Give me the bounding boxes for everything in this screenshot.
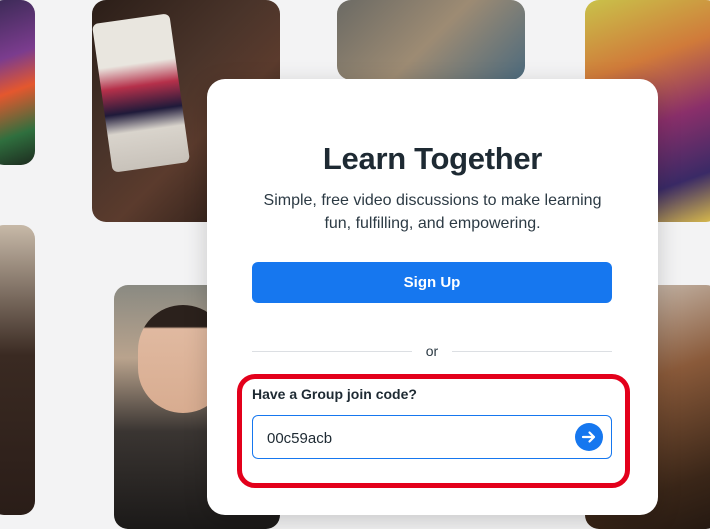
background-photo-tile <box>0 225 35 515</box>
signup-card: Learn Together Simple, free video discus… <box>207 79 658 515</box>
submit-join-code-button[interactable] <box>575 423 603 451</box>
divider-line <box>252 351 412 352</box>
divider-line <box>452 351 612 352</box>
page-title: Learn Together <box>322 141 543 176</box>
join-code-label: Have a Group join code? <box>252 386 417 402</box>
background-photo-tile <box>0 0 35 165</box>
arrow-right-icon <box>581 431 596 443</box>
join-code-input[interactable] <box>265 425 569 451</box>
sign-up-button[interactable]: Sign Up <box>252 262 612 303</box>
divider-text: or <box>425 343 439 359</box>
join-code-field <box>252 415 612 459</box>
background-photo-tile <box>337 0 525 80</box>
book-image <box>92 13 191 173</box>
page-subtitle: Simple, free video discussions to make l… <box>263 192 602 232</box>
